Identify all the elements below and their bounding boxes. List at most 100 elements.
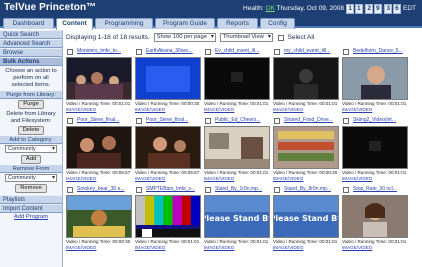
thumbnail-title-link[interactable]: Public_Ed_Cheers... <box>215 117 270 124</box>
thumbnail-item: my_child_event_till... Video / Running T… <box>273 48 340 114</box>
tab-reports[interactable]: Reports <box>217 18 258 29</box>
thumbnail-title-link[interactable]: my_child_event_till... <box>284 48 339 55</box>
main-tab-bar: Dashboard Content Programming Program Gu… <box>0 17 422 30</box>
video-thumbnail[interactable] <box>135 126 201 169</box>
thumbnail-checkbox[interactable] <box>274 187 280 193</box>
select-all-label: Select All <box>287 34 315 41</box>
thumbnail-checkbox[interactable] <box>136 118 142 124</box>
media-type-link[interactable]: IMAGE/VIDEO <box>273 176 337 182</box>
thumbnail-title-link[interactable]: SMPTEBars_lmfe_v... <box>146 186 201 193</box>
tab-program-guide[interactable]: Program Guide <box>155 18 215 29</box>
video-thumbnail[interactable]: Please Stand By <box>204 195 270 238</box>
thumbnail-title-link[interactable]: Ev_child_event_ill... <box>215 48 270 55</box>
tab-content[interactable]: Content <box>56 18 93 30</box>
sidebar-item-quick-search[interactable]: Quick Search <box>0 30 62 39</box>
delete-button[interactable]: Delete <box>17 126 45 135</box>
thumbnail-checkbox[interactable] <box>343 187 349 193</box>
video-thumbnail[interactable] <box>204 126 270 169</box>
running-time-text: Video / Running Time: 00:00:30 <box>135 101 200 106</box>
thumbnail-checkbox[interactable] <box>67 118 73 124</box>
media-type-link[interactable]: IMAGE/VIDEO <box>135 176 199 182</box>
clock-digit: 1 <box>346 4 354 14</box>
thumbnail-title-link[interactable]: Poor_Steve_final... <box>146 117 201 124</box>
thumbnail-item: Smokey_bear_30 e... Video / Running Time… <box>66 186 133 252</box>
standby-text: Please Stand By <box>274 214 338 223</box>
video-thumbnail[interactable] <box>135 57 201 100</box>
thumbnail-checkbox[interactable] <box>205 118 211 124</box>
health-status-link[interactable]: OK <box>265 5 274 12</box>
purge-button[interactable]: Purge <box>18 100 44 109</box>
thumbnail-title-link[interactable]: Stand_By_1r0n.mp... <box>215 186 270 193</box>
media-type-link[interactable]: IMAGE/VIDEO <box>66 107 130 113</box>
thumbnail-title-link[interactable]: Poor_Steve_final... <box>77 117 132 124</box>
sidebar-item-advanced-search[interactable]: Advanced Search <box>0 39 62 48</box>
video-thumbnail[interactable] <box>342 126 408 169</box>
delete-title: Delete from Library and Filesystem: <box>6 111 56 124</box>
video-thumbnail[interactable] <box>135 195 201 238</box>
media-type-link[interactable]: IMAGE/VIDEO <box>204 176 268 182</box>
thumbnail-title-link[interactable]: EarthAbana_30sec... <box>146 48 201 55</box>
sidebar-item-browse[interactable]: Browse <box>0 48 62 57</box>
per-page-select[interactable]: Show 100 per page <box>153 33 216 42</box>
video-thumbnail[interactable] <box>66 195 132 238</box>
media-type-link[interactable]: IMAGE/VIDEO <box>66 245 130 251</box>
thumbnail-title-link[interactable]: Shared_Food_Drive... <box>284 117 339 124</box>
clock-digit: 2 <box>365 4 373 14</box>
thumbnail-checkbox[interactable] <box>343 118 349 124</box>
add-program-link[interactable]: Add Program <box>14 214 48 220</box>
add-category-select[interactable]: Community <box>5 145 57 153</box>
thumbnail-grid: Monsters_lmfe_to... Video / Running Time… <box>66 48 420 267</box>
running-time-text: Video / Running Time: 00:01:01 <box>135 239 200 244</box>
select-all-checkbox[interactable] <box>277 34 284 41</box>
tab-dashboard[interactable]: Dashboard <box>3 18 54 29</box>
media-type-link[interactable]: IMAGE/VIDEO <box>204 107 268 113</box>
video-thumbnail[interactable] <box>204 57 270 100</box>
thumbnail-item: EarthAbana_30sec... Video / Running Time… <box>135 48 202 114</box>
status-area: Health: OK Thursday, Oct 09, 2008 11:29:… <box>243 4 416 14</box>
thumbnail-checkbox[interactable] <box>274 49 280 55</box>
video-thumbnail[interactable] <box>66 57 132 100</box>
thumbnail-checkbox[interactable] <box>343 49 349 55</box>
running-time-text: Video / Running Time: 00:01:01 <box>342 170 407 175</box>
media-type-link[interactable]: IMAGE/VIDEO <box>66 176 130 182</box>
video-thumbnail[interactable] <box>342 195 408 238</box>
video-thumbnail[interactable] <box>342 57 408 100</box>
video-thumbnail[interactable] <box>273 57 339 100</box>
thumbnail-title-link[interactable]: Monsters_lmfe_to... <box>77 48 132 55</box>
thumbnail-checkbox[interactable] <box>205 187 211 193</box>
running-time-text: Video / Running Time: 00:05:57 <box>135 170 200 175</box>
media-type-link[interactable]: IMAGE/VIDEO <box>135 245 199 251</box>
media-type-link[interactable]: IMAGE/VIDEO <box>342 176 406 182</box>
media-type-link[interactable]: IMAGE/VIDEO <box>342 107 406 113</box>
thumbnail-checkbox[interactable] <box>67 187 73 193</box>
sidebar-item-import-content[interactable]: Import Content <box>0 204 62 213</box>
thumbnail-checkbox[interactable] <box>136 187 142 193</box>
thumbnail-title-link[interactable]: Skiing2_Video(int... <box>353 117 408 124</box>
thumbnail-title-link[interactable]: Stop_Rate_30 ncl... <box>353 186 408 193</box>
video-thumbnail[interactable] <box>66 126 132 169</box>
thumbnail-title-link[interactable]: Stand_By_8r0n.mp... <box>284 186 339 193</box>
remove-category-select[interactable]: Community <box>5 174 57 182</box>
thumbnail-checkbox[interactable] <box>205 49 211 55</box>
media-type-link[interactable]: IMAGE/VIDEO <box>135 107 199 113</box>
thumbnail-title-link[interactable]: Smokey_bear_30 e... <box>77 186 132 193</box>
clock-digit: 9 <box>374 4 382 14</box>
add-button[interactable]: Add <box>20 155 42 164</box>
tab-programming[interactable]: Programming <box>95 18 153 29</box>
video-thumbnail[interactable] <box>273 126 339 169</box>
video-thumbnail[interactable]: Please Stand By <box>273 195 339 238</box>
view-mode-select[interactable]: Thumbnail View <box>219 33 273 42</box>
remove-button[interactable]: Remove <box>15 184 47 193</box>
media-type-link[interactable]: IMAGE/VIDEO <box>273 245 337 251</box>
tab-config[interactable]: Config <box>260 18 295 29</box>
sidebar-item-playlists[interactable]: Playlists <box>0 195 62 204</box>
media-type-link[interactable]: IMAGE/VIDEO <box>273 107 337 113</box>
thumbnail-checkbox[interactable] <box>274 118 280 124</box>
thumbnail-checkbox[interactable] <box>67 49 73 55</box>
running-time-text: Video / Running Time: 00:01:01 <box>204 101 269 106</box>
media-type-link[interactable]: IMAGE/VIDEO <box>342 245 406 251</box>
thumbnail-checkbox[interactable] <box>136 49 142 55</box>
thumbnail-title-link[interactable]: Bedelhorn_Dance_5... <box>353 48 408 55</box>
thumbnail-caption: Video / Running Time: 00:00:30 IMAGE/VID… <box>66 239 130 250</box>
media-type-link[interactable]: IMAGE/VIDEO <box>204 245 268 251</box>
